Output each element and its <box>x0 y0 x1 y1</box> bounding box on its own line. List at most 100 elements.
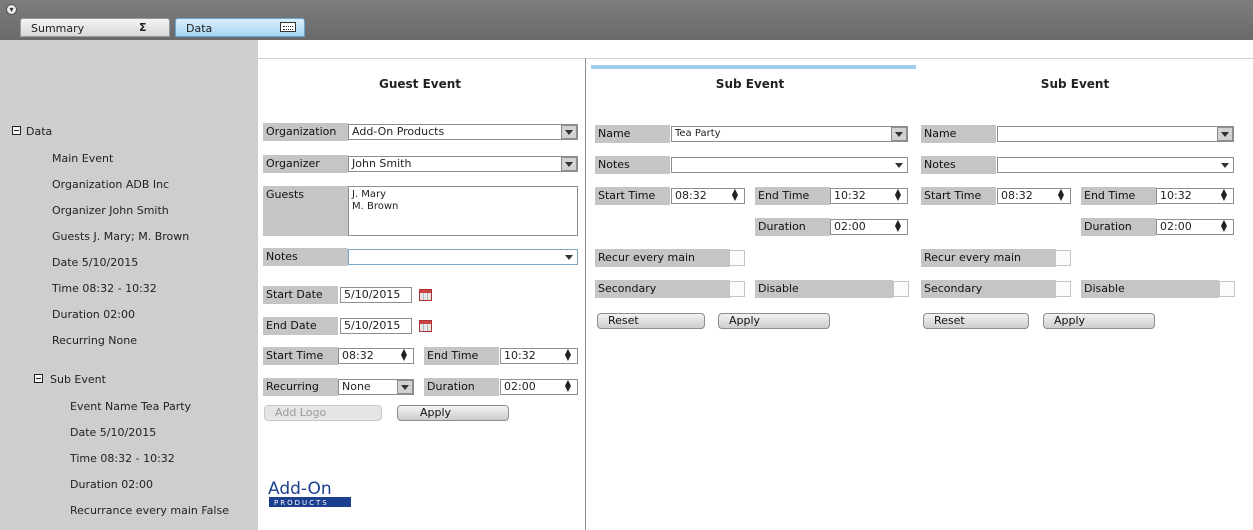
keyboard-icon <box>280 22 296 32</box>
collapse-toggle-icon[interactable]: ▾ <box>6 4 17 15</box>
secondary-checkbox[interactable] <box>1055 281 1071 297</box>
organizer-select[interactable]: John Smith <box>348 156 578 172</box>
tree-item[interactable]: Recurring None <box>52 334 137 347</box>
spinner-icon[interactable]: ▲ ▼ <box>561 379 575 394</box>
chevron-down-icon[interactable] <box>397 380 413 394</box>
apply-button[interactable]: Apply <box>397 405 509 421</box>
chevron-down-icon[interactable] <box>561 157 577 171</box>
chevron-down-icon[interactable] <box>561 125 577 139</box>
guest-entry: J. Mary <box>352 189 387 200</box>
recur-every-main-checkbox[interactable] <box>1055 250 1071 266</box>
tree-sub-item[interactable]: Recurrance every main False <box>70 504 229 517</box>
apply-button[interactable]: Apply <box>1043 313 1155 329</box>
guest-entry: M. Brown <box>352 201 399 212</box>
organization-label: Organization <box>263 123 348 141</box>
data-tree-panel: Data Main Event Organization ADB Inc Org… <box>0 40 258 530</box>
tree-sub-item[interactable]: Event Name Tea Party <box>70 400 191 413</box>
notes-label: Notes <box>263 248 348 266</box>
tree-sub-label[interactable]: Sub Event <box>50 373 106 386</box>
chevron-down-icon[interactable] <box>891 127 907 141</box>
name-select[interactable]: Tea Party <box>671 126 908 142</box>
end-date-value: 5/10/2015 <box>344 319 401 332</box>
guests-textarea[interactable]: J. Mary M. Brown <box>348 186 578 236</box>
name-value: Tea Party <box>675 128 721 139</box>
notes-label: Notes <box>595 156 670 174</box>
calendar-icon[interactable] <box>419 320 432 332</box>
tab-data[interactable]: Data <box>175 18 305 37</box>
reset-button[interactable]: Reset <box>597 313 705 329</box>
spinner-icon[interactable]: ▲ ▼ <box>891 188 905 203</box>
column-divider <box>585 58 586 530</box>
notes-select[interactable] <box>671 157 908 173</box>
start-time-label: Start Time <box>263 347 338 365</box>
sub-event-title: Sub Event <box>715 77 785 91</box>
apply-button[interactable]: Apply <box>718 313 830 329</box>
selected-sub-event-indicator <box>591 65 916 69</box>
organizer-value: John Smith <box>352 157 412 170</box>
tree-root-label[interactable]: Data <box>26 125 52 138</box>
end-date-input[interactable]: 5/10/2015 <box>340 318 412 334</box>
duration-value: 02:00 <box>834 220 866 233</box>
name-select[interactable] <box>997 126 1234 142</box>
spinner-icon[interactable]: ▲ ▼ <box>1217 219 1231 234</box>
duration-value: 02:00 <box>504 380 536 393</box>
secondary-checkbox[interactable] <box>729 281 745 297</box>
duration-value: 02:00 <box>1160 220 1192 233</box>
recur-every-main-label: Recur every main <box>921 249 1056 267</box>
end-time-label: End Time <box>1081 187 1156 205</box>
tree-sub-collapse-icon[interactable] <box>34 374 43 383</box>
tree-item[interactable]: Time 08:32 - 10:32 <box>52 282 157 295</box>
recurring-value: None <box>342 380 371 393</box>
guest-event-title: Guest Event <box>378 77 462 91</box>
logo-wordmark: Add-On <box>268 479 332 499</box>
duration-label: Duration <box>424 378 499 396</box>
tab-data-label: Data <box>186 22 213 35</box>
tree-item[interactable]: Organizer John Smith <box>52 204 169 217</box>
notes-select[interactable] <box>348 249 578 265</box>
disable-label: Disable <box>755 280 893 298</box>
tree-item[interactable]: Duration 02:00 <box>52 308 135 321</box>
reset-button[interactable]: Reset <box>923 313 1029 329</box>
secondary-label: Secondary <box>595 280 730 298</box>
name-label: Name <box>921 125 996 143</box>
disable-checkbox[interactable] <box>893 281 909 297</box>
tree-item[interactable]: Guests J. Mary; M. Brown <box>52 230 189 243</box>
tree-item[interactable]: Date 5/10/2015 <box>52 256 138 269</box>
spinner-icon[interactable]: ▲ ▼ <box>728 188 742 203</box>
disable-checkbox[interactable] <box>1219 281 1235 297</box>
add-on-products-logo: Add-On PRODUCTS <box>265 475 357 509</box>
notes-select[interactable] <box>997 157 1234 173</box>
add-logo-button[interactable]: Add Logo <box>264 405 382 421</box>
tree-sub-item[interactable]: Date 5/10/2015 <box>70 426 156 439</box>
end-time-value: 10:32 <box>834 189 866 202</box>
tree-sub-item[interactable]: Duration 02:00 <box>70 478 153 491</box>
tab-summary-label: Summary <box>31 22 85 35</box>
tab-summary[interactable]: Summary Σ <box>20 18 170 37</box>
spinner-icon[interactable]: ▲ ▼ <box>397 348 411 363</box>
calendar-icon[interactable] <box>419 289 432 301</box>
recurring-label: Recurring <box>263 378 338 396</box>
end-date-label: End Date <box>263 317 338 335</box>
spinner-icon[interactable]: ▲ ▼ <box>891 219 905 234</box>
start-date-label: Start Date <box>263 286 338 304</box>
sigma-icon: Σ <box>139 21 147 34</box>
organization-select[interactable]: Add-On Products <box>348 124 578 140</box>
tree-sub-item[interactable]: Time 08:32 - 10:32 <box>70 452 175 465</box>
end-time-label: End Time <box>755 187 830 205</box>
chevron-down-icon[interactable] <box>1217 127 1233 141</box>
start-date-input[interactable]: 5/10/2015 <box>340 287 412 303</box>
spinner-icon[interactable]: ▲ ▼ <box>1054 188 1068 203</box>
start-date-value: 5/10/2015 <box>344 288 401 301</box>
tree-item[interactable]: Organization ADB Inc <box>52 178 169 191</box>
disable-label: Disable <box>1081 280 1219 298</box>
content-header-strip <box>258 40 1253 59</box>
recur-every-main-label: Recur every main <box>595 249 730 267</box>
tree-item[interactable]: Main Event <box>52 152 113 165</box>
spinner-icon[interactable]: ▲ ▼ <box>561 348 575 363</box>
start-time-value: 08:32 <box>342 349 374 362</box>
tree-collapse-icon[interactable] <box>12 126 21 135</box>
end-time-value: 10:32 <box>1160 189 1192 202</box>
start-time-value: 08:32 <box>1001 189 1033 202</box>
spinner-icon[interactable]: ▲ ▼ <box>1217 188 1231 203</box>
recur-every-main-checkbox[interactable] <box>729 250 745 266</box>
